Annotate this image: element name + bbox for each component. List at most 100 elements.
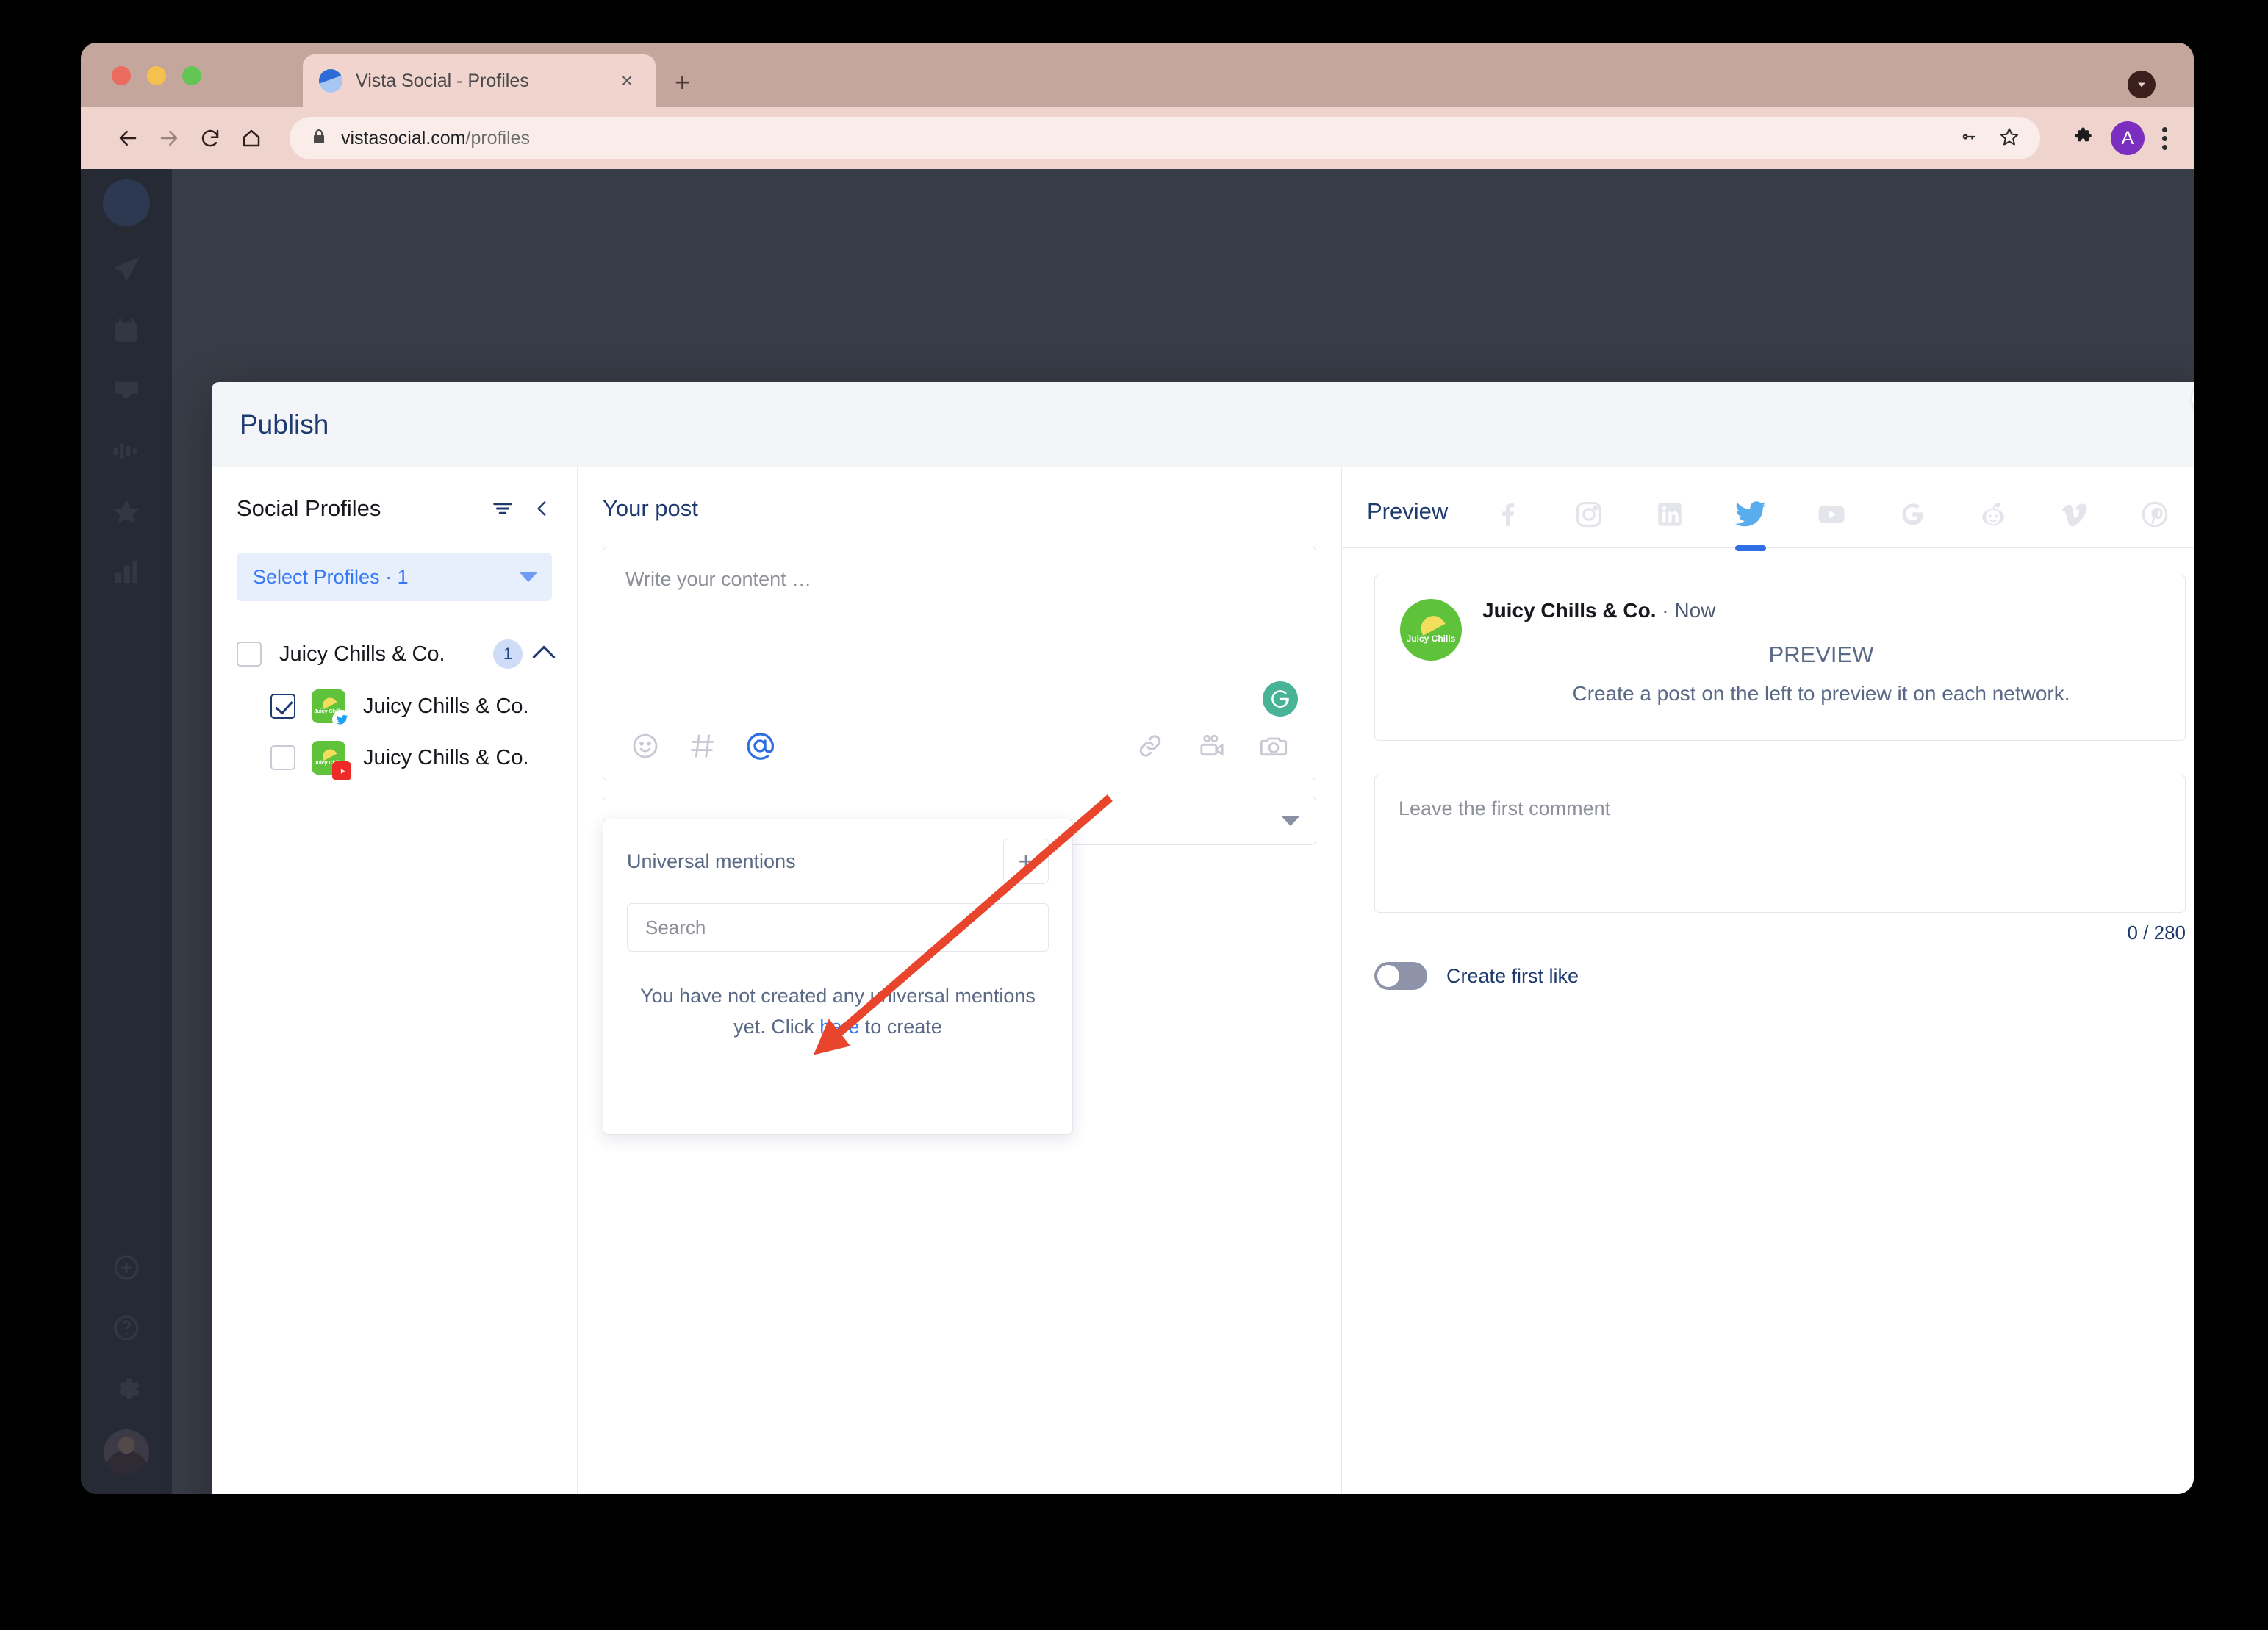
profile-group-name: Juicy Chills & Co.: [279, 642, 445, 666]
emoji-icon[interactable]: [625, 726, 665, 766]
twitter-icon: [332, 710, 351, 729]
profile-group-checkbox[interactable]: [237, 642, 262, 667]
social-profiles-header: Social Profiles: [237, 495, 552, 522]
home-icon[interactable]: [231, 118, 272, 159]
browser-tab[interactable]: Vista Social - Profiles ×: [303, 54, 656, 107]
lemon-slice-shape: [1416, 611, 1446, 636]
tab-facebook[interactable]: [1490, 497, 1526, 532]
url-path: /profiles: [465, 127, 531, 148]
avatar: Juicy Chills: [1400, 599, 1462, 661]
preview-author-line: Juicy Chills & Co. · Now: [1482, 599, 2160, 622]
tab-google[interactable]: [1895, 497, 1930, 532]
page-title: Publish: [240, 409, 329, 439]
bookmark-star-icon[interactable]: [1999, 126, 2020, 151]
add-mention-button[interactable]: +: [1003, 839, 1049, 884]
minimize-window-button[interactable]: [147, 66, 166, 85]
publish-modal: Publish Social Profiles Select Profiles …: [212, 382, 2194, 1494]
chevron-down-icon: [1282, 816, 1299, 826]
link-icon[interactable]: [1130, 726, 1170, 766]
lock-icon: [310, 128, 328, 149]
password-key-icon[interactable]: [1959, 126, 1980, 151]
chrome-profile-avatar[interactable]: A: [2111, 121, 2145, 155]
list-item[interactable]: Juicy Chills Juicy Chills & Co.: [237, 689, 552, 729]
social-profiles-title: Social Profiles: [237, 495, 381, 521]
page-viewport: ✕ Publish Social Profiles: [81, 169, 2194, 1494]
url-domain: vistasocial.com: [341, 127, 466, 148]
close-window-button[interactable]: [112, 66, 131, 85]
filter-icon[interactable]: [492, 498, 514, 520]
camera-icon[interactable]: [1254, 726, 1293, 766]
preview-author-name: Juicy Chills & Co.: [1482, 599, 1657, 622]
address-bar-url: vistasocial.com/profiles: [341, 128, 530, 149]
chrome-menu-icon[interactable]: [2162, 126, 2167, 150]
universal-mentions-title: Universal mentions: [627, 850, 796, 872]
preview-timestamp: · Now: [1662, 599, 1716, 622]
social-profiles-panel: Social Profiles Select Profiles · 1 Juic…: [212, 467, 578, 1494]
back-arrow-icon[interactable]: [107, 118, 148, 159]
grammarly-icon[interactable]: [1263, 681, 1298, 717]
tab-instagram[interactable]: [1571, 497, 1607, 532]
list-item[interactable]: Juicy Chills Juicy Chills & Co.: [237, 741, 552, 780]
new-tab-button[interactable]: +: [675, 69, 690, 96]
profile-checkbox-twitter[interactable]: [270, 694, 295, 719]
your-post-panel: Your post Write your content … Universal…: [578, 467, 1342, 1494]
select-profiles-label: Select Profiles · 1: [253, 565, 409, 588]
close-tab-icon[interactable]: ×: [614, 71, 639, 91]
video-camera-icon[interactable]: [1192, 726, 1232, 766]
modal-body: Social Profiles Select Profiles · 1 Juic…: [212, 467, 2194, 1494]
chevron-down-icon: [520, 572, 537, 582]
collapse-panel-chevron-left-icon[interactable]: [533, 498, 552, 520]
tab-search-chevron-down-icon[interactable]: [2128, 71, 2156, 98]
select-profiles-dropdown[interactable]: Select Profiles · 1: [237, 553, 552, 601]
browser-window: Vista Social - Profiles × + vistasocial.…: [81, 43, 2194, 1494]
create-first-like-label: Create first like: [1446, 964, 1579, 987]
post-composer[interactable]: Write your content …: [603, 547, 1316, 780]
preview-placeholder-title: PREVIEW: [1768, 642, 1874, 667]
preview-title: Preview: [1367, 498, 1449, 524]
mention-at-icon[interactable]: [740, 726, 780, 766]
profile-group-count-badge: 1: [493, 639, 523, 669]
preview-header: Preview: [1342, 467, 2194, 548]
first-comment-input[interactable]: Leave the first comment: [1374, 775, 2186, 913]
tab-vimeo[interactable]: [2056, 497, 2092, 532]
address-bar[interactable]: vistasocial.com/profiles: [290, 117, 2040, 159]
vista-social-favicon-icon: [319, 69, 342, 93]
browser-tab-title: Vista Social - Profiles: [356, 70, 529, 91]
preview-body: Juicy Chills Juicy Chills & Co. · Now PR…: [1342, 548, 2194, 1494]
browser-tab-strip: Vista Social - Profiles × +: [81, 43, 2194, 107]
create-first-like-toggle[interactable]: [1374, 962, 1427, 990]
hashtag-icon[interactable]: [683, 726, 722, 766]
list-item-label: Juicy Chills & Co.: [363, 694, 529, 718]
tab-linkedin[interactable]: [1652, 497, 1687, 532]
preview-panel: Preview Juicy Chills Juicy Chills & Co. …: [1342, 467, 2194, 1494]
create-first-like-row: Create first like: [1374, 962, 2186, 990]
universal-mentions-popover: Universal mentions + Search You have not…: [603, 819, 1073, 1135]
forward-arrow-icon[interactable]: [148, 118, 190, 159]
first-comment-placeholder: Leave the first comment: [1399, 797, 1611, 819]
browser-omnibox-row: vistasocial.com/profiles A: [81, 107, 2194, 169]
search-input[interactable]: Search: [627, 903, 1049, 952]
avatar: Juicy Chills: [312, 741, 351, 780]
your-post-title: Your post: [603, 495, 698, 521]
modal-header: Publish: [212, 382, 2194, 467]
extensions-puzzle-icon[interactable]: [2074, 126, 2096, 151]
tab-youtube[interactable]: [1814, 497, 1849, 532]
composer-placeholder: Write your content …: [625, 568, 812, 590]
network-tabs: [1490, 497, 2172, 532]
avatar-brand-text: Juicy Chills: [1406, 633, 1456, 644]
profile-checkbox-youtube[interactable]: [270, 745, 295, 770]
search-input-placeholder: Search: [645, 916, 706, 938]
chevron-up-icon[interactable]: [532, 645, 556, 669]
list-item-label: Juicy Chills & Co.: [363, 745, 529, 769]
youtube-icon: [332, 761, 351, 780]
preview-post-card: Juicy Chills Juicy Chills & Co. · Now PR…: [1374, 575, 2186, 741]
character-counter: 0 / 280: [2127, 922, 2186, 944]
tab-pinterest[interactable]: [2137, 497, 2172, 532]
universal-mentions-empty-state: You have not created any universal menti…: [627, 981, 1049, 1043]
maximize-window-button[interactable]: [182, 66, 201, 85]
tab-reddit[interactable]: [1975, 497, 2011, 532]
tab-twitter[interactable]: [1733, 497, 1768, 532]
reload-icon[interactable]: [190, 118, 231, 159]
create-mention-link[interactable]: here: [819, 1016, 859, 1038]
profile-group-row[interactable]: Juicy Chills & Co. 1: [237, 639, 556, 669]
